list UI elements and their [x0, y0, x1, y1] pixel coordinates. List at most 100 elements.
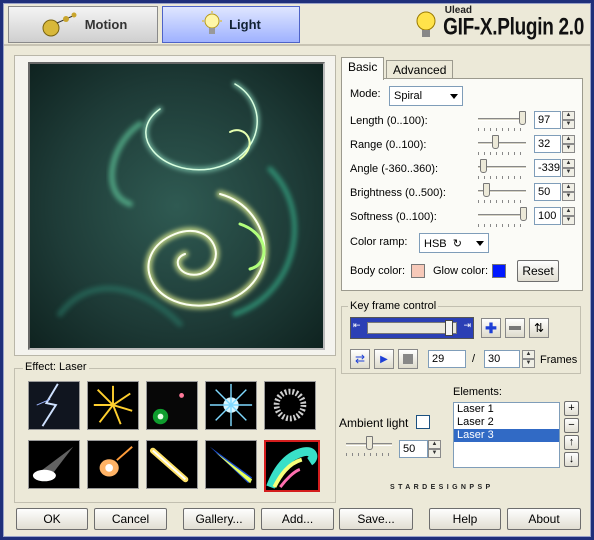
- angle-spinner[interactable]: ▲ ▼: [562, 159, 575, 177]
- effect-thumb-lensflare[interactable]: [146, 381, 198, 430]
- brand-logo: Ulead GIF-X.Plugin 2.0: [413, 5, 584, 42]
- angle-input[interactable]: -339: [534, 159, 561, 177]
- play-icon: ▶: [380, 353, 388, 365]
- preview-canvas[interactable]: [28, 62, 325, 350]
- color-ramp-select[interactable]: HSB ↻: [419, 233, 489, 253]
- move-down-button[interactable]: ↓: [564, 452, 579, 467]
- spin-up-icon[interactable]: ▲: [562, 183, 575, 192]
- ambient-light-checkbox[interactable]: [416, 415, 430, 429]
- softness-slider[interactable]: [478, 214, 526, 217]
- effect-thumb-spotlight[interactable]: [28, 440, 80, 489]
- tab-light[interactable]: Light: [162, 6, 300, 43]
- spin-up-icon[interactable]: ▲: [428, 440, 441, 449]
- frame-separator: /: [472, 353, 476, 365]
- length-input[interactable]: 97: [534, 111, 561, 129]
- effect-thumb-comet[interactable]: [146, 440, 198, 489]
- spin-down-icon[interactable]: ▼: [562, 144, 575, 153]
- chevron-down-icon: [476, 241, 484, 246]
- spin-down-icon[interactable]: ▼: [522, 359, 535, 368]
- effect-thumb-laser[interactable]: [264, 440, 320, 492]
- remove-element-button[interactable]: −: [564, 418, 579, 433]
- glow-color-swatch[interactable]: [492, 264, 506, 278]
- add-element-button[interactable]: +: [564, 401, 579, 416]
- spin-up-icon[interactable]: ▲: [562, 135, 575, 144]
- save-button[interactable]: Save...: [339, 508, 413, 530]
- tab-basic[interactable]: Basic: [341, 57, 385, 80]
- softness-slider-thumb[interactable]: [520, 207, 527, 221]
- tab-motion[interactable]: Motion: [8, 6, 158, 43]
- lightbulb-icon: [202, 10, 223, 34]
- product-title: GIF-X.Plugin 2.0: [443, 14, 584, 41]
- ambient-input[interactable]: 50: [399, 440, 428, 458]
- length-slider-thumb[interactable]: [519, 111, 526, 125]
- keyframe-track: [367, 322, 457, 334]
- help-button[interactable]: Help: [429, 508, 501, 530]
- step-forward-icon[interactable]: ⇥: [463, 320, 471, 331]
- ok-button[interactable]: OK: [16, 508, 88, 530]
- remove-keyframe-button[interactable]: [505, 318, 525, 338]
- body-color-swatch[interactable]: [411, 264, 425, 278]
- spin-down-icon[interactable]: ▼: [562, 192, 575, 201]
- spin-up-icon[interactable]: ▲: [562, 159, 575, 168]
- ambient-ticks: [346, 453, 392, 456]
- ambient-spinner[interactable]: ▲ ▼: [428, 440, 441, 458]
- effect-thumb-glow-orb[interactable]: [87, 440, 139, 489]
- softness-input[interactable]: 100: [534, 207, 561, 225]
- stop-button[interactable]: [398, 349, 418, 369]
- spin-down-icon[interactable]: ▼: [428, 449, 441, 458]
- range-slider[interactable]: [478, 142, 526, 145]
- range-slider-thumb[interactable]: [492, 135, 499, 149]
- header-divider: [4, 44, 590, 46]
- ambient-slider-thumb[interactable]: [366, 436, 373, 450]
- effect-group: Effect: Laser: [14, 361, 336, 503]
- length-spinner[interactable]: ▲ ▼: [562, 111, 575, 129]
- play-button[interactable]: ▶: [374, 349, 394, 369]
- angle-slider-thumb[interactable]: [480, 159, 487, 173]
- spin-down-icon[interactable]: ▼: [562, 216, 575, 225]
- keyframe-thumb[interactable]: [445, 320, 453, 336]
- range-label: Range (0..100):: [350, 139, 427, 151]
- effect-label: Effect: Laser: [23, 361, 89, 373]
- gallery-button[interactable]: Gallery...: [183, 508, 255, 530]
- brightness-input[interactable]: 50: [534, 183, 561, 201]
- softness-spinner[interactable]: ▲ ▼: [562, 207, 575, 225]
- effect-thumb-starburst[interactable]: [205, 381, 257, 430]
- cycle-arrow-icon: ↻: [452, 238, 462, 250]
- spin-up-icon[interactable]: ▲: [562, 111, 575, 120]
- effect-thumb-lightning[interactable]: [28, 381, 80, 430]
- reverse-keyframe-button[interactable]: ⇅: [529, 318, 549, 338]
- range-input[interactable]: 32: [534, 135, 561, 153]
- step-back-icon[interactable]: ⇤: [353, 320, 361, 331]
- list-item[interactable]: Laser 1: [454, 403, 559, 416]
- about-button[interactable]: About: [507, 508, 581, 530]
- cancel-button[interactable]: Cancel: [94, 508, 167, 530]
- keyframe-slider[interactable]: ⇤ ⇥: [350, 317, 474, 339]
- move-up-button[interactable]: ↑: [564, 435, 579, 450]
- brightness-slider-thumb[interactable]: [483, 183, 490, 197]
- watermark: STARDESIGNPSP: [390, 484, 494, 491]
- spin-up-icon[interactable]: ▲: [562, 207, 575, 216]
- spin-down-icon[interactable]: ▼: [562, 168, 575, 177]
- frames-spinner[interactable]: ▲ ▼: [522, 350, 535, 368]
- brightness-spinner[interactable]: ▲ ▼: [562, 183, 575, 201]
- elements-list[interactable]: Laser 1 Laser 2 Laser 3: [453, 402, 560, 468]
- current-frame-input[interactable]: 29: [428, 350, 466, 368]
- length-label: Length (0..100):: [350, 115, 428, 127]
- spin-up-icon[interactable]: ▲: [522, 350, 535, 359]
- effect-thumb-firework[interactable]: [87, 381, 139, 430]
- spin-down-icon[interactable]: ▼: [562, 120, 575, 129]
- list-item[interactable]: Laser 2: [454, 416, 559, 429]
- stop-icon: [403, 354, 413, 364]
- effect-thumb-ring[interactable]: [264, 381, 316, 430]
- mode-select[interactable]: Spiral: [389, 86, 463, 106]
- list-item[interactable]: Laser 3: [454, 429, 559, 442]
- add-keyframe-button[interactable]: ✚: [481, 318, 501, 338]
- add-button[interactable]: Add...: [261, 508, 334, 530]
- tab-motion-label: Motion: [84, 17, 128, 32]
- tab-advanced[interactable]: Advanced: [386, 60, 454, 80]
- total-frames-input[interactable]: 30: [484, 350, 520, 368]
- loop-button[interactable]: ⇄: [350, 349, 370, 369]
- range-spinner[interactable]: ▲ ▼: [562, 135, 575, 153]
- reset-button[interactable]: Reset: [517, 260, 559, 282]
- effect-thumb-beam[interactable]: [205, 440, 257, 489]
